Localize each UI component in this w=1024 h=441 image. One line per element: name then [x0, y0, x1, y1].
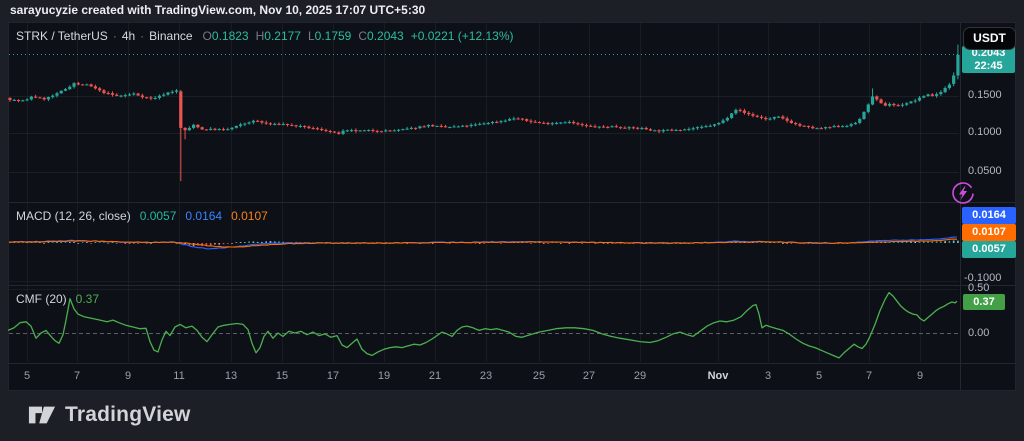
- cmf-tick-label: 0.00: [968, 327, 989, 339]
- price-tick-label: 0.1000: [968, 126, 1002, 138]
- price-tick-label: 0.1500: [968, 89, 1002, 101]
- close-value: 0.2043: [367, 29, 404, 43]
- time-tick-label: 17: [327, 370, 339, 382]
- time-tick-label: 21: [429, 370, 441, 382]
- close-label: C: [358, 29, 367, 43]
- time-tick-label: 3: [765, 370, 771, 382]
- time-tick-label: 11: [173, 370, 184, 382]
- time-tick-label: 5: [816, 370, 822, 382]
- macd-line-value: 0.0164: [185, 209, 222, 223]
- time-tick-label: 7: [74, 370, 80, 382]
- last-price-badge: 0.2043 22:45: [962, 46, 1015, 73]
- high-label: H: [256, 29, 265, 43]
- legend-separator: ·: [113, 29, 117, 43]
- time-tick-label: 15: [276, 370, 288, 382]
- macd-title: MACD (12, 26, close): [16, 209, 131, 223]
- time-tick-label: 5: [24, 370, 30, 382]
- main-legend[interactable]: STRK / TetherUS · 4h · Binance O0.1823 H0.2177…: [16, 29, 513, 43]
- exchange-label: Binance: [149, 29, 192, 43]
- tradingview-logo-icon: [28, 402, 56, 428]
- macd-signal-value: 0.0107: [231, 209, 268, 223]
- time-tick-label: 9: [125, 370, 131, 382]
- tradingview-logo[interactable]: TradingView: [28, 402, 191, 428]
- attribution-text: sarayucyzie created with TradingView.com…: [10, 3, 425, 17]
- time-tick-label: 23: [480, 370, 492, 382]
- change-value: +0.0221 (+12.13%): [411, 29, 514, 43]
- countdown-timer: 22:45: [962, 60, 1015, 73]
- high-value: 0.2177: [264, 29, 301, 43]
- macd-value-badge: 0.0057: [962, 241, 1016, 258]
- time-tick-label: 19: [378, 370, 390, 382]
- macd-hist-value: 0.0057: [140, 209, 177, 223]
- tradingview-logo-text: TradingView: [65, 403, 191, 427]
- macd-value-badge: 0.0107: [962, 224, 1016, 241]
- chart-plot-area[interactable]: [8, 22, 960, 363]
- cmf-value-badge: 0.37: [963, 294, 1005, 310]
- tradingview-snapshot: sarayucyzie created with TradingView.com…: [0, 0, 1024, 441]
- open-label: O: [203, 29, 212, 43]
- low-value: 0.1759: [315, 29, 352, 43]
- interval-label[interactable]: 4h: [122, 29, 135, 43]
- time-tick-label: 9: [917, 370, 923, 382]
- legend-separator: ·: [140, 29, 144, 43]
- cmf-legend[interactable]: CMF (20) 0.37: [16, 292, 99, 306]
- low-label: L: [308, 29, 315, 43]
- cmf-value: 0.37: [76, 292, 99, 306]
- currency-toggle-button[interactable]: USDT: [963, 27, 1016, 50]
- macd-value-badge: 0.0164: [962, 207, 1016, 224]
- cmf-title: CMF (20): [16, 292, 67, 306]
- boost-icon[interactable]: [950, 180, 976, 206]
- cmf-tick-label: 0.50: [968, 282, 989, 294]
- price-tick-label: 0.0500: [968, 165, 1002, 177]
- time-tick-label: Nov: [708, 370, 729, 382]
- time-tick-label: 7: [866, 370, 872, 382]
- time-tick-label: 27: [583, 370, 595, 382]
- symbol-name[interactable]: STRK / TetherUS: [16, 29, 108, 43]
- open-value: 0.1823: [212, 29, 249, 43]
- macd-legend[interactable]: MACD (12, 26, close) 0.0057 0.0164 0.0107: [16, 209, 268, 223]
- time-tick-label: 29: [634, 370, 646, 382]
- time-tick-label: 13: [225, 370, 237, 382]
- time-tick-label: 25: [533, 370, 545, 382]
